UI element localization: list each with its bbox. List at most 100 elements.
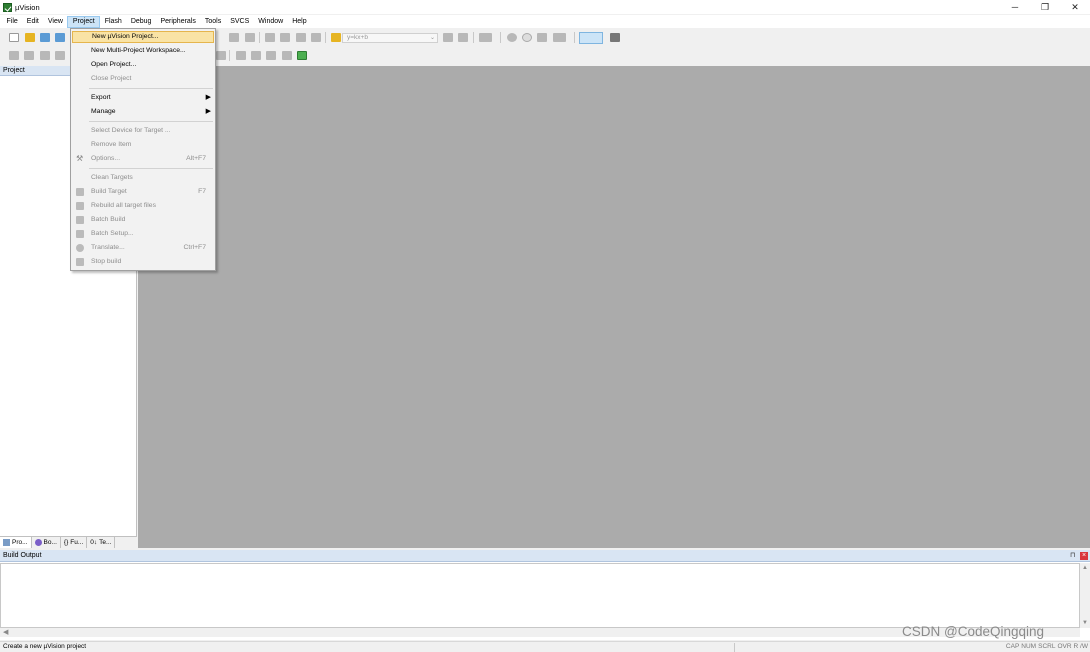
run-time-env-icon[interactable]: [266, 51, 276, 60]
tab-functions-label: Fu...: [70, 539, 84, 546]
unindent-icon[interactable]: [280, 33, 290, 42]
menu-item-label: New µVision Project...: [92, 33, 159, 40]
configure-icon[interactable]: [610, 33, 620, 42]
tab-books-label: Bo...: [43, 539, 57, 546]
uncomment-icon[interactable]: [311, 33, 321, 42]
menu-item-label: Select Device for Target ...: [91, 127, 171, 134]
menu-item-label: Build Target: [91, 188, 127, 195]
menu-item-select-device[interactable]: Select Device for Target ...: [72, 125, 214, 137]
menu-item-label: Options...: [91, 155, 121, 162]
pack-installer-icon[interactable]: [297, 51, 307, 60]
menu-item-options[interactable]: ⚒ Options... Alt+F7: [72, 153, 214, 165]
menu-item-batch-setup[interactable]: Batch Setup...: [72, 228, 214, 240]
build-output-text[interactable]: [0, 563, 1080, 628]
menu-item-new-uvision-project[interactable]: New µVision Project...: [72, 31, 214, 43]
breakpoint-icon[interactable]: [507, 33, 517, 42]
save-icon[interactable]: [40, 33, 50, 42]
menu-item-build-target[interactable]: Build Target F7: [72, 186, 214, 198]
menu-item-export[interactable]: Export ▶: [72, 92, 214, 104]
project-icon: [3, 539, 10, 546]
manage-components-icon[interactable]: [251, 51, 261, 60]
cap-indicator: CAP: [1005, 643, 1020, 650]
tab-functions[interactable]: {} Fu...: [61, 537, 88, 548]
magic-wand-icon: ⚒: [76, 154, 84, 163]
build-output-title: Build Output: [3, 552, 42, 559]
menu-svcs[interactable]: SVCS: [226, 16, 254, 28]
batch-setup-icon: [76, 230, 84, 238]
scroll-down-icon[interactable]: ▼: [1082, 620, 1088, 626]
close-pane-button[interactable]: ×: [1080, 552, 1088, 560]
menu-item-label: New Multi-Project Workspace...: [91, 47, 186, 54]
scroll-up-icon[interactable]: ▲: [1082, 565, 1088, 571]
menu-item-label: Remove Item: [91, 141, 132, 148]
menu-item-open-project[interactable]: Open Project...: [72, 59, 214, 71]
open-file-icon[interactable]: [25, 33, 35, 42]
restore-button[interactable]: ❐: [1030, 0, 1060, 14]
menu-item-label: Batch Setup...: [91, 230, 134, 237]
clear-breakpoints-icon[interactable]: [537, 33, 547, 42]
menu-debug[interactable]: Debug: [126, 16, 156, 28]
paste-icon[interactable]: [229, 33, 239, 42]
tab-templates[interactable]: 0↓ Te...: [87, 537, 116, 548]
uvision-app-icon: [3, 2, 12, 12]
menu-item-stop-build[interactable]: Stop build: [72, 256, 214, 268]
indent-icon[interactable]: [265, 33, 275, 42]
menu-help[interactable]: Help: [288, 16, 311, 28]
menu-item-clean-targets[interactable]: Clean Targets: [72, 172, 214, 184]
close-window-button[interactable]: ✕: [1060, 0, 1090, 14]
menu-project[interactable]: Project: [67, 15, 101, 28]
save-all-icon[interactable]: [55, 33, 65, 42]
find-in-files-icon[interactable]: [331, 33, 341, 42]
menu-item-translate[interactable]: Translate... Ctrl+F7: [72, 242, 214, 254]
menu-item-new-multi-project-workspace[interactable]: New Multi-Project Workspace...: [72, 45, 214, 57]
comment-icon[interactable]: [296, 33, 306, 42]
menu-item-label: Close Project: [91, 75, 132, 82]
rebuild-icon[interactable]: [40, 51, 50, 60]
build-icon[interactable]: [24, 51, 34, 60]
menu-item-remove-item[interactable]: Remove Item: [72, 139, 214, 151]
minimize-button[interactable]: ─: [1000, 0, 1030, 14]
options-icon[interactable]: [236, 51, 246, 60]
rw-indicator: R /W: [1073, 643, 1088, 650]
menu-view[interactable]: View: [43, 16, 67, 28]
menu-edit[interactable]: Edit: [22, 16, 43, 28]
kill-breakpoints-icon[interactable]: [553, 33, 566, 42]
menu-item-shortcut: Alt+F7: [186, 155, 206, 162]
target-select[interactable]: y=kx+b ⌄: [342, 33, 438, 43]
undo-icon[interactable]: [245, 33, 255, 42]
tab-project[interactable]: Pro...: [0, 537, 32, 548]
tab-books[interactable]: Bo...: [32, 537, 61, 548]
status-indicators: CAP NUM SCRL OVR R /W: [1006, 642, 1090, 652]
editor-area[interactable]: [138, 66, 1090, 548]
new-file-icon[interactable]: [9, 33, 19, 42]
menu-flash[interactable]: Flash: [100, 16, 126, 28]
menu-item-label: Translate...: [91, 244, 125, 251]
menu-item-close-project[interactable]: Close Project: [72, 73, 214, 85]
menu-peripherals[interactable]: Peripherals: [156, 16, 200, 28]
build-output-header: Build Output ⊓ ×: [0, 550, 1090, 562]
find-icon[interactable]: [458, 33, 468, 42]
menu-item-label: Batch Build: [91, 216, 126, 223]
batch-build-icon[interactable]: [55, 51, 65, 60]
menu-item-manage[interactable]: Manage ▶: [72, 106, 214, 118]
menu-file[interactable]: File: [2, 16, 22, 28]
vertical-scrollbar[interactable]: ▲ ▼: [1080, 563, 1090, 628]
menu-item-label: Rebuild all target files: [91, 202, 156, 209]
menu-item-rebuild-all[interactable]: Rebuild all target files: [72, 200, 214, 212]
translate-icon[interactable]: [9, 51, 19, 60]
menu-item-label: Open Project...: [91, 61, 137, 68]
menu-tools[interactable]: Tools: [200, 16, 225, 28]
scroll-left-icon[interactable]: ◀: [3, 628, 8, 636]
tab-project-label: Pro...: [12, 539, 28, 546]
menu-window[interactable]: Window: [254, 16, 288, 28]
zoom-icon[interactable]: [479, 33, 492, 42]
window-layout-button[interactable]: [579, 32, 603, 44]
select-packs-icon[interactable]: [282, 51, 292, 60]
pin-icon[interactable]: ⊓: [1070, 552, 1077, 559]
incremental-find-icon[interactable]: [443, 33, 453, 42]
menu-item-batch-build[interactable]: Batch Build: [72, 214, 214, 226]
download-icon[interactable]: [216, 51, 226, 60]
menu-item-label: Export: [91, 94, 111, 101]
target-select-value: y=kx+b: [347, 34, 368, 41]
disable-breakpoint-icon[interactable]: [522, 33, 532, 42]
